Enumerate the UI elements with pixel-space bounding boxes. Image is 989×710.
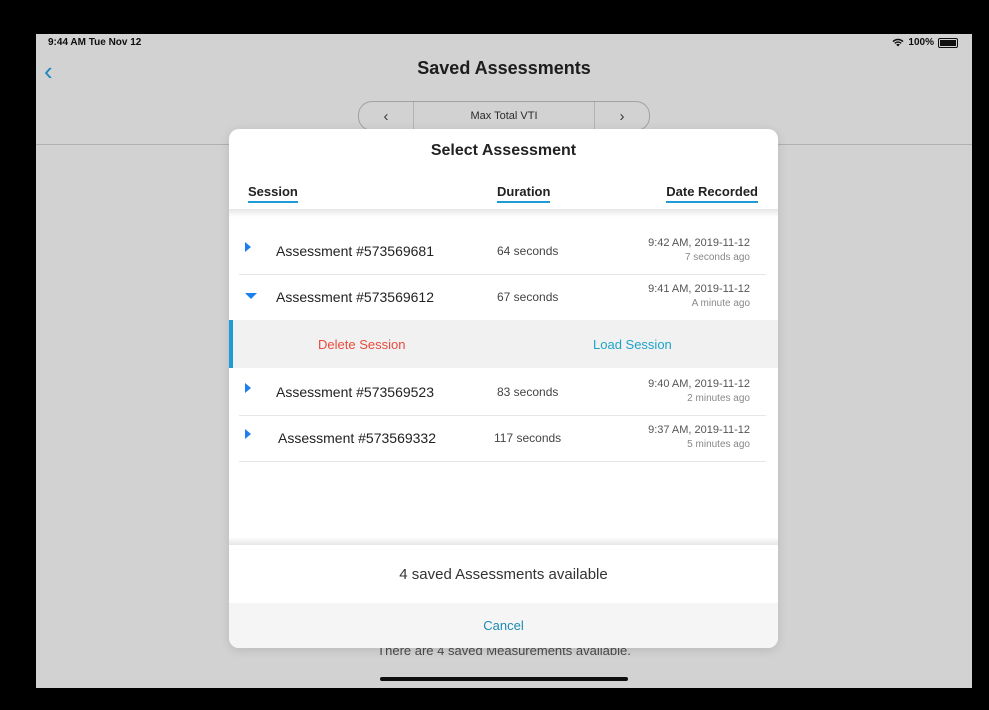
assessment-row[interactable]: Assessment #573569332 117 seconds 9:37 A… [239, 415, 766, 462]
assessment-name: Assessment #573569332 [278, 430, 436, 446]
assessment-name: Assessment #573569681 [276, 243, 434, 259]
column-header-session[interactable]: Session [248, 184, 298, 203]
column-header-date-recorded[interactable]: Date Recorded [666, 184, 758, 203]
assessment-date: 9:40 AM, 2019-11-12 [648, 378, 750, 390]
expand-arrow-icon[interactable] [245, 383, 251, 393]
column-header-duration[interactable]: Duration [497, 184, 551, 203]
assessment-date: 9:37 AM, 2019-11-12 [648, 424, 750, 436]
assessment-relative-time: A minute ago [691, 298, 750, 309]
assessment-relative-time: 2 minutes ago [687, 393, 750, 404]
assessment-name: Assessment #573569612 [276, 289, 434, 305]
modal-title: Select Assessment [430, 142, 577, 159]
select-assessment-modal: Select Assessment Session Duration Date … [229, 129, 778, 648]
assessment-row[interactable]: Assessment #573569523 83 seconds 9:40 AM… [239, 369, 766, 416]
assessment-duration: 67 seconds [497, 290, 559, 304]
cancel-button[interactable]: Cancel [229, 603, 778, 648]
session-actions-bar: Delete Session Load Session [229, 320, 778, 368]
header-divider [229, 209, 778, 217]
assessment-date: 9:42 AM, 2019-11-12 [648, 237, 750, 249]
ipad-screen: 9:44 AM Tue Nov 12 100% ‹ Saved Assessme… [36, 34, 972, 688]
expand-arrow-icon[interactable] [245, 242, 251, 252]
assessment-row[interactable]: Assessment #573569681 64 seconds 9:42 AM… [239, 228, 766, 275]
assessment-relative-time: 7 seconds ago [684, 252, 750, 263]
assessment-duration: 64 seconds [497, 244, 559, 258]
assessment-relative-time: 5 minutes ago [687, 439, 750, 450]
collapse-arrow-icon[interactable] [245, 293, 257, 299]
assessment-duration: 83 seconds [497, 385, 559, 399]
assessment-duration: 117 seconds [494, 431, 562, 445]
assessment-name: Assessment #573569523 [276, 384, 434, 400]
assessment-count-text: 4 saved Assessments available [399, 566, 608, 583]
assessment-count-area: 4 saved Assessments available [229, 545, 778, 604]
list-bottom-divider [229, 537, 778, 545]
assessment-row-expanded[interactable]: Assessment #573569612 67 seconds 9:41 AM… [239, 274, 766, 321]
selection-accent-bar [229, 320, 233, 368]
expand-arrow-icon[interactable] [245, 429, 251, 439]
delete-session-button[interactable]: Delete Session [318, 337, 405, 352]
load-session-button[interactable]: Load Session [593, 337, 672, 352]
assessment-date: 9:41 AM, 2019-11-12 [648, 283, 750, 295]
